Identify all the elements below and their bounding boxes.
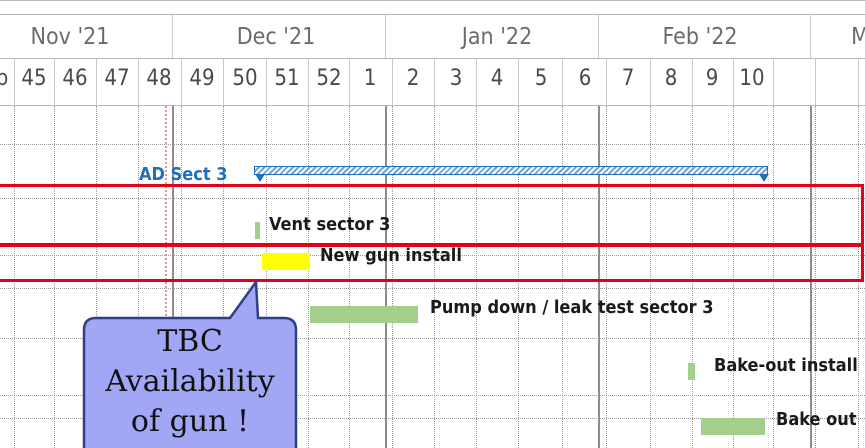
callout-line-1: TBC — [157, 324, 223, 359]
callout-line-3: of gun ! — [130, 404, 250, 439]
callout-line-2: Availability — [105, 364, 275, 399]
callout-text: TBC Availability of gun ! — [84, 322, 296, 442]
gantt-chart: Nov '21 Dec '21 Jan '22 Feb '22 M p 45 46 47 48 4… — [0, 0, 865, 448]
